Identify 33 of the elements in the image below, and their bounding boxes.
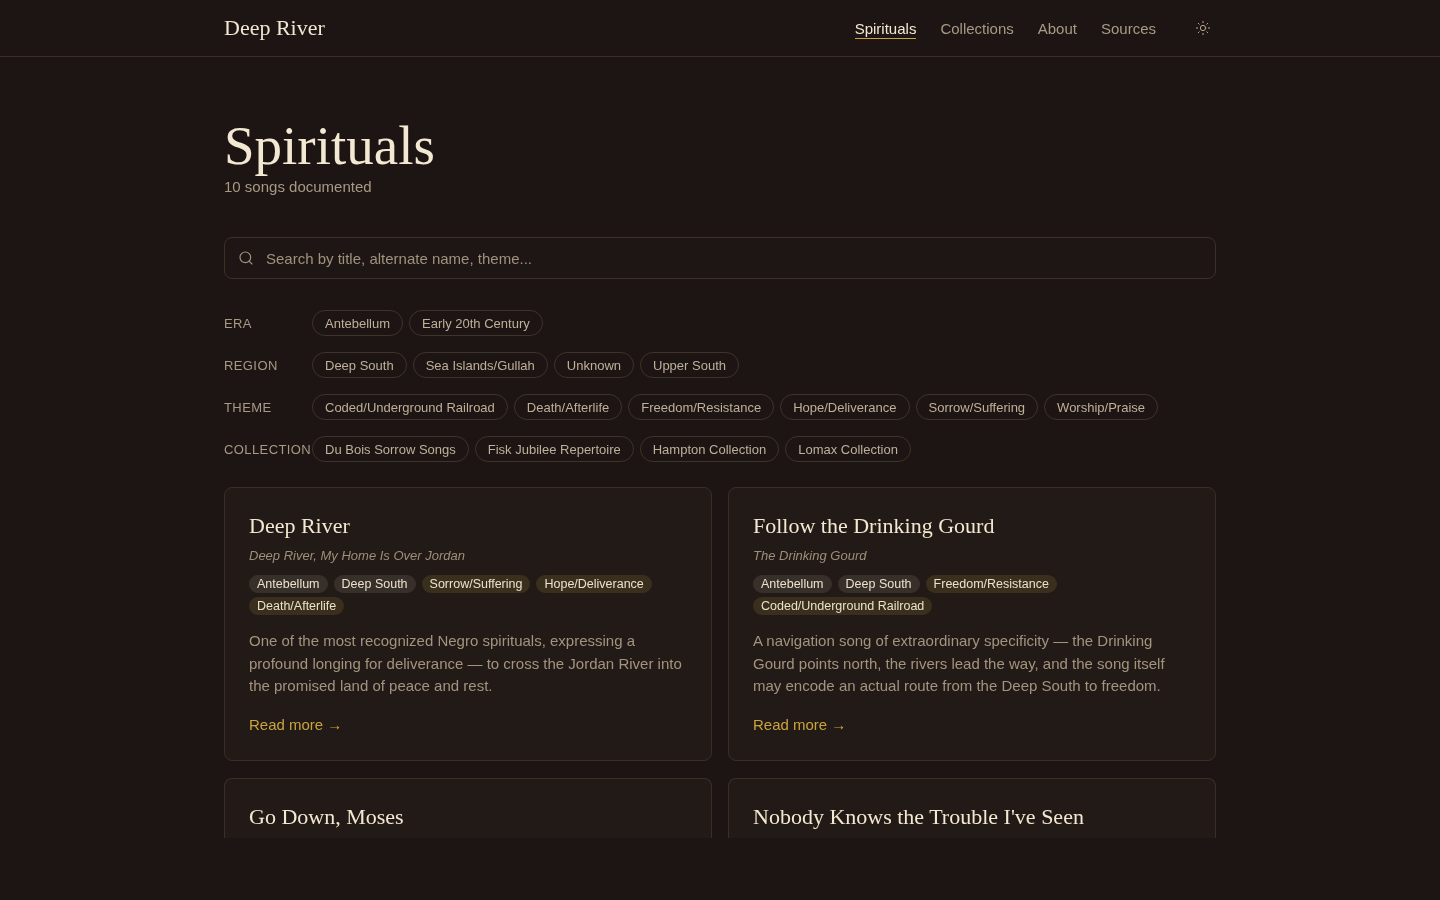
read-more-link[interactable]: Read more → bbox=[249, 713, 343, 736]
song-title: Nobody Knows the Trouble I've Seen bbox=[753, 802, 1085, 831]
nav-link[interactable]: Spirituals bbox=[854, 17, 917, 39]
read-more-link[interactable]: Read more → bbox=[753, 713, 847, 736]
song-title: Deep River bbox=[249, 512, 351, 540]
sun-icon bbox=[1195, 20, 1211, 36]
song-tag: Antebellum bbox=[249, 575, 328, 593]
song-tag: Deep South bbox=[837, 575, 920, 593]
alternate-title: The Drinking Gourd bbox=[753, 547, 868, 565]
song-tag: Freedom/Resistance bbox=[925, 575, 1057, 593]
song-tag: Death/Afterlife bbox=[249, 597, 345, 615]
song-tag: Deep South bbox=[333, 575, 416, 593]
song-title: Follow the Drinking Gourd bbox=[753, 512, 996, 540]
song-description: A navigation song of extraordinary specificity — the Drinking Gourd points north, the rivers lead the way, and the song itself may encode an actual route from the Deep South to freedom. bbox=[753, 631, 1166, 696]
filter-label: REGION bbox=[224, 357, 279, 373]
alternate-title: Deep River, My Home Is Over Jordan bbox=[249, 547, 467, 565]
song-tag: Antebellum bbox=[753, 575, 832, 593]
song-count: 10 songs documented bbox=[224, 177, 373, 197]
nav-link[interactable]: Sources bbox=[1100, 17, 1156, 39]
song-tag: Coded/Underground Railroad bbox=[753, 597, 933, 615]
nav-link[interactable]: Collections bbox=[940, 17, 1014, 39]
filter-label: COLLECTION bbox=[224, 441, 312, 457]
song-description: One of the most recognized Negro spirituals, expressing a profound longing for deliverance — to cross the Jordan River into the promised land of peace and rest. bbox=[249, 631, 683, 696]
nav-link[interactable]: About bbox=[1037, 17, 1077, 39]
filter-label: THEME bbox=[224, 399, 273, 415]
filter-label: ERA bbox=[224, 315, 253, 331]
site-logo[interactable]: Deep River bbox=[224, 15, 325, 41]
search-icon bbox=[238, 250, 254, 266]
song-tag: Hope/Deliverance bbox=[536, 575, 652, 593]
search-field[interactable]: Search by title, alternate name, theme... bbox=[224, 237, 1216, 279]
song-tag: Sorrow/Suffering bbox=[421, 575, 531, 593]
song-title: Go Down, Moses bbox=[249, 802, 405, 831]
page-title: Spirituals bbox=[224, 116, 436, 176]
